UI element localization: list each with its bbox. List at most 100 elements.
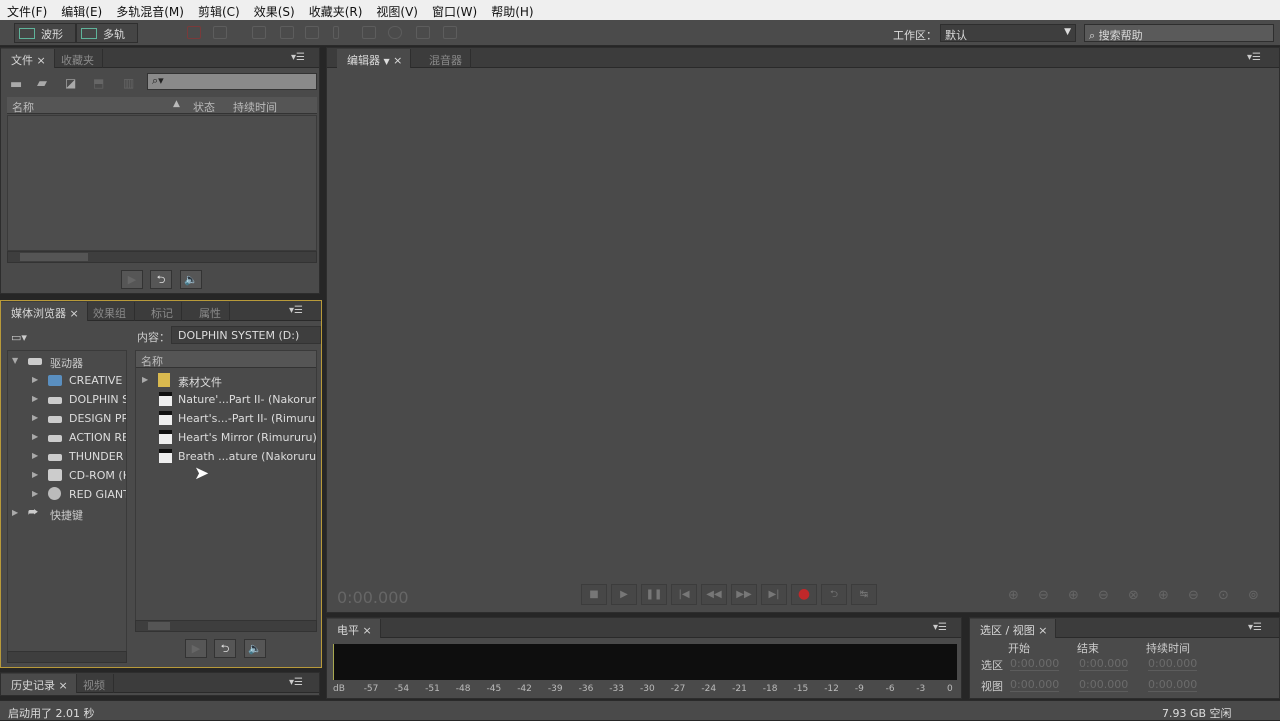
tree-item[interactable]: ▶ DESIGN PRI (8, 409, 126, 428)
view-duration[interactable]: 0:00.000 (1148, 678, 1198, 692)
menu-edit[interactable]: 编辑(E) (54, 0, 109, 20)
play-button[interactable]: ▶ (121, 270, 143, 289)
tab-editor[interactable]: 编辑器 ▼ × (337, 49, 412, 68)
rewind-button[interactable]: ◀◀ (701, 584, 727, 605)
expand-right-icon[interactable]: ▶ (12, 508, 18, 517)
tab-properties[interactable]: 属性 (189, 302, 230, 321)
zoom-out-full-icon[interactable]: ⊗ (1128, 588, 1139, 603)
view-end[interactable]: 0:00.000 (1079, 678, 1129, 692)
zoom-in-amplitude-icon[interactable]: ⊕ (1008, 588, 1019, 603)
expand-right-icon[interactable]: ▶ (32, 394, 38, 403)
workspace-select[interactable]: 默认 ▼ (940, 24, 1076, 42)
panel-menu-icon[interactable]: ▾☰ (291, 52, 305, 63)
panel-menu-icon[interactable]: ▾☰ (1248, 622, 1262, 633)
tab-history[interactable]: 历史记录 × (1, 674, 77, 693)
go-to-end-button[interactable]: ▶| (761, 584, 787, 605)
brush-icon[interactable] (416, 26, 430, 39)
selection-duration[interactable]: 0:00.000 (1148, 657, 1198, 671)
menu-view[interactable]: 视图(V) (369, 0, 425, 20)
tree-item[interactable]: ▶ CD-ROM (H (8, 466, 126, 485)
list-item[interactable]: Heart's Mirror (Rimururu).flac (136, 428, 316, 447)
open-file-icon[interactable]: ▬ (10, 77, 22, 92)
expand-right-icon[interactable]: ▶ (32, 432, 38, 441)
tab-selection-view[interactable]: 选区 / 视图 × (970, 619, 1057, 638)
list-item[interactable]: Nature'...Part II- (Nakoruru).flac (136, 390, 316, 409)
column-name[interactable]: 名称 (12, 99, 34, 115)
column-name[interactable]: 名称 (141, 353, 163, 369)
tab-mixer[interactable]: 混音器 (419, 49, 471, 68)
loop-button[interactable]: ⮌ (150, 270, 172, 289)
expand-right-icon[interactable]: ▶ (32, 413, 38, 422)
close-icon[interactable]: × (363, 624, 372, 637)
menu-window[interactable]: 窗口(W) (425, 0, 484, 20)
zoom-selection-icon[interactable]: ⊙ (1218, 588, 1229, 603)
pause-button[interactable]: ❚❚ (641, 584, 667, 605)
panel-menu-icon[interactable]: ▾☰ (289, 677, 303, 688)
scroll-thumb[interactable] (148, 622, 170, 630)
timecode-display[interactable]: 0:00.000 (337, 588, 409, 607)
expand-right-icon[interactable]: ▶ (32, 470, 38, 479)
spot-healing-icon[interactable] (443, 26, 457, 39)
sort-ascending-icon[interactable]: ▲ (173, 99, 180, 109)
tree-item[interactable]: ▶ THUNDER C (8, 447, 126, 466)
import-file-icon[interactable]: ▰ (37, 76, 47, 91)
tab-effects-rack[interactable]: 效果组 (83, 302, 135, 321)
list-scrollbar[interactable] (135, 620, 317, 632)
slip-tool-icon[interactable] (305, 26, 319, 39)
zoom-out-amplitude-icon[interactable]: ⊖ (1038, 588, 1049, 603)
display-mode-icon[interactable]: ▭▾ (11, 331, 27, 344)
razor-tool-icon[interactable] (280, 26, 294, 39)
menu-favorites[interactable]: 收藏夹(R) (302, 0, 370, 20)
tab-levels[interactable]: 电平 × (327, 619, 381, 638)
expand-right-icon[interactable]: ▶ (142, 375, 148, 384)
move-tool-icon[interactable] (252, 26, 266, 39)
view-start[interactable]: 0:00.000 (1010, 678, 1060, 692)
expand-right-icon[interactable]: ▶ (32, 489, 38, 498)
go-to-start-button[interactable]: |◀ (671, 584, 697, 605)
selection-end[interactable]: 0:00.000 (1079, 657, 1129, 671)
close-icon[interactable]: × (70, 307, 79, 320)
new-file-icon[interactable]: ◪ (65, 76, 76, 90)
close-icon[interactable]: × (1038, 624, 1047, 637)
tab-markers[interactable]: 标记 (141, 302, 182, 321)
panel-menu-icon[interactable]: ▾☰ (1247, 52, 1261, 63)
tree-scrollbar[interactable] (7, 651, 127, 663)
menu-clip[interactable]: 剪辑(C) (191, 0, 247, 20)
help-search-input[interactable]: ⌕ 搜索帮助 (1084, 24, 1274, 42)
zoom-in-time-icon[interactable]: ⊕ (1068, 588, 1079, 603)
tree-item[interactable]: ▶ ACTION REI (8, 428, 126, 447)
stop-button[interactable]: ■ (581, 584, 607, 605)
files-list[interactable] (7, 115, 317, 251)
tab-media-browser[interactable]: 媒体浏览器 × (1, 302, 88, 321)
content-select[interactable]: DOLPHIN SYSTEM (D:) (171, 326, 321, 344)
tree-item-drives[interactable]: ▼ 驱动器 (8, 352, 126, 371)
close-icon[interactable]: × (37, 54, 46, 67)
tab-favorites[interactable]: 收藏夹 (51, 49, 103, 68)
chevron-down-icon[interactable]: ▼ (384, 57, 390, 66)
zoom-out-playhead-icon[interactable]: ⊖ (1188, 588, 1199, 603)
menu-multitrack[interactable]: 多轨混音(M) (109, 0, 191, 20)
tree-item[interactable]: ▶ DOLPHIN S (8, 390, 126, 409)
close-icon[interactable]: × (59, 679, 68, 692)
tree-item[interactable]: ▶ RED GIANT (8, 485, 126, 504)
column-status[interactable]: 状态 (193, 99, 215, 115)
column-duration[interactable]: 持续时间 (233, 99, 277, 115)
horizontal-scrollbar[interactable] (7, 251, 317, 263)
tab-video[interactable]: 视频 (73, 674, 114, 693)
tab-files[interactable]: 文件 × (1, 49, 55, 68)
list-item[interactable]: Breath ...ature (Nakoruru).flac (136, 447, 316, 466)
zoom-out-time-icon[interactable]: ⊖ (1098, 588, 1109, 603)
spectral-frequency-icon[interactable] (187, 26, 201, 39)
autoplay-button[interactable]: 🔈 (180, 270, 202, 289)
time-selection-icon[interactable] (333, 26, 339, 39)
loop-button[interactable]: ⮌ (214, 639, 236, 658)
selection-start[interactable]: 0:00.000 (1010, 657, 1060, 671)
loop-button[interactable]: ⮌ (821, 584, 847, 605)
marquee-icon[interactable] (362, 26, 376, 39)
expand-right-icon[interactable]: ▶ (32, 451, 38, 460)
zoom-in-playhead-icon[interactable]: ⊕ (1158, 588, 1169, 603)
lasso-icon[interactable] (388, 26, 402, 39)
panel-menu-icon[interactable]: ▾☰ (933, 622, 947, 633)
file-search-input[interactable]: ⌕▾ (147, 73, 317, 90)
close-icon[interactable]: × (393, 54, 402, 67)
